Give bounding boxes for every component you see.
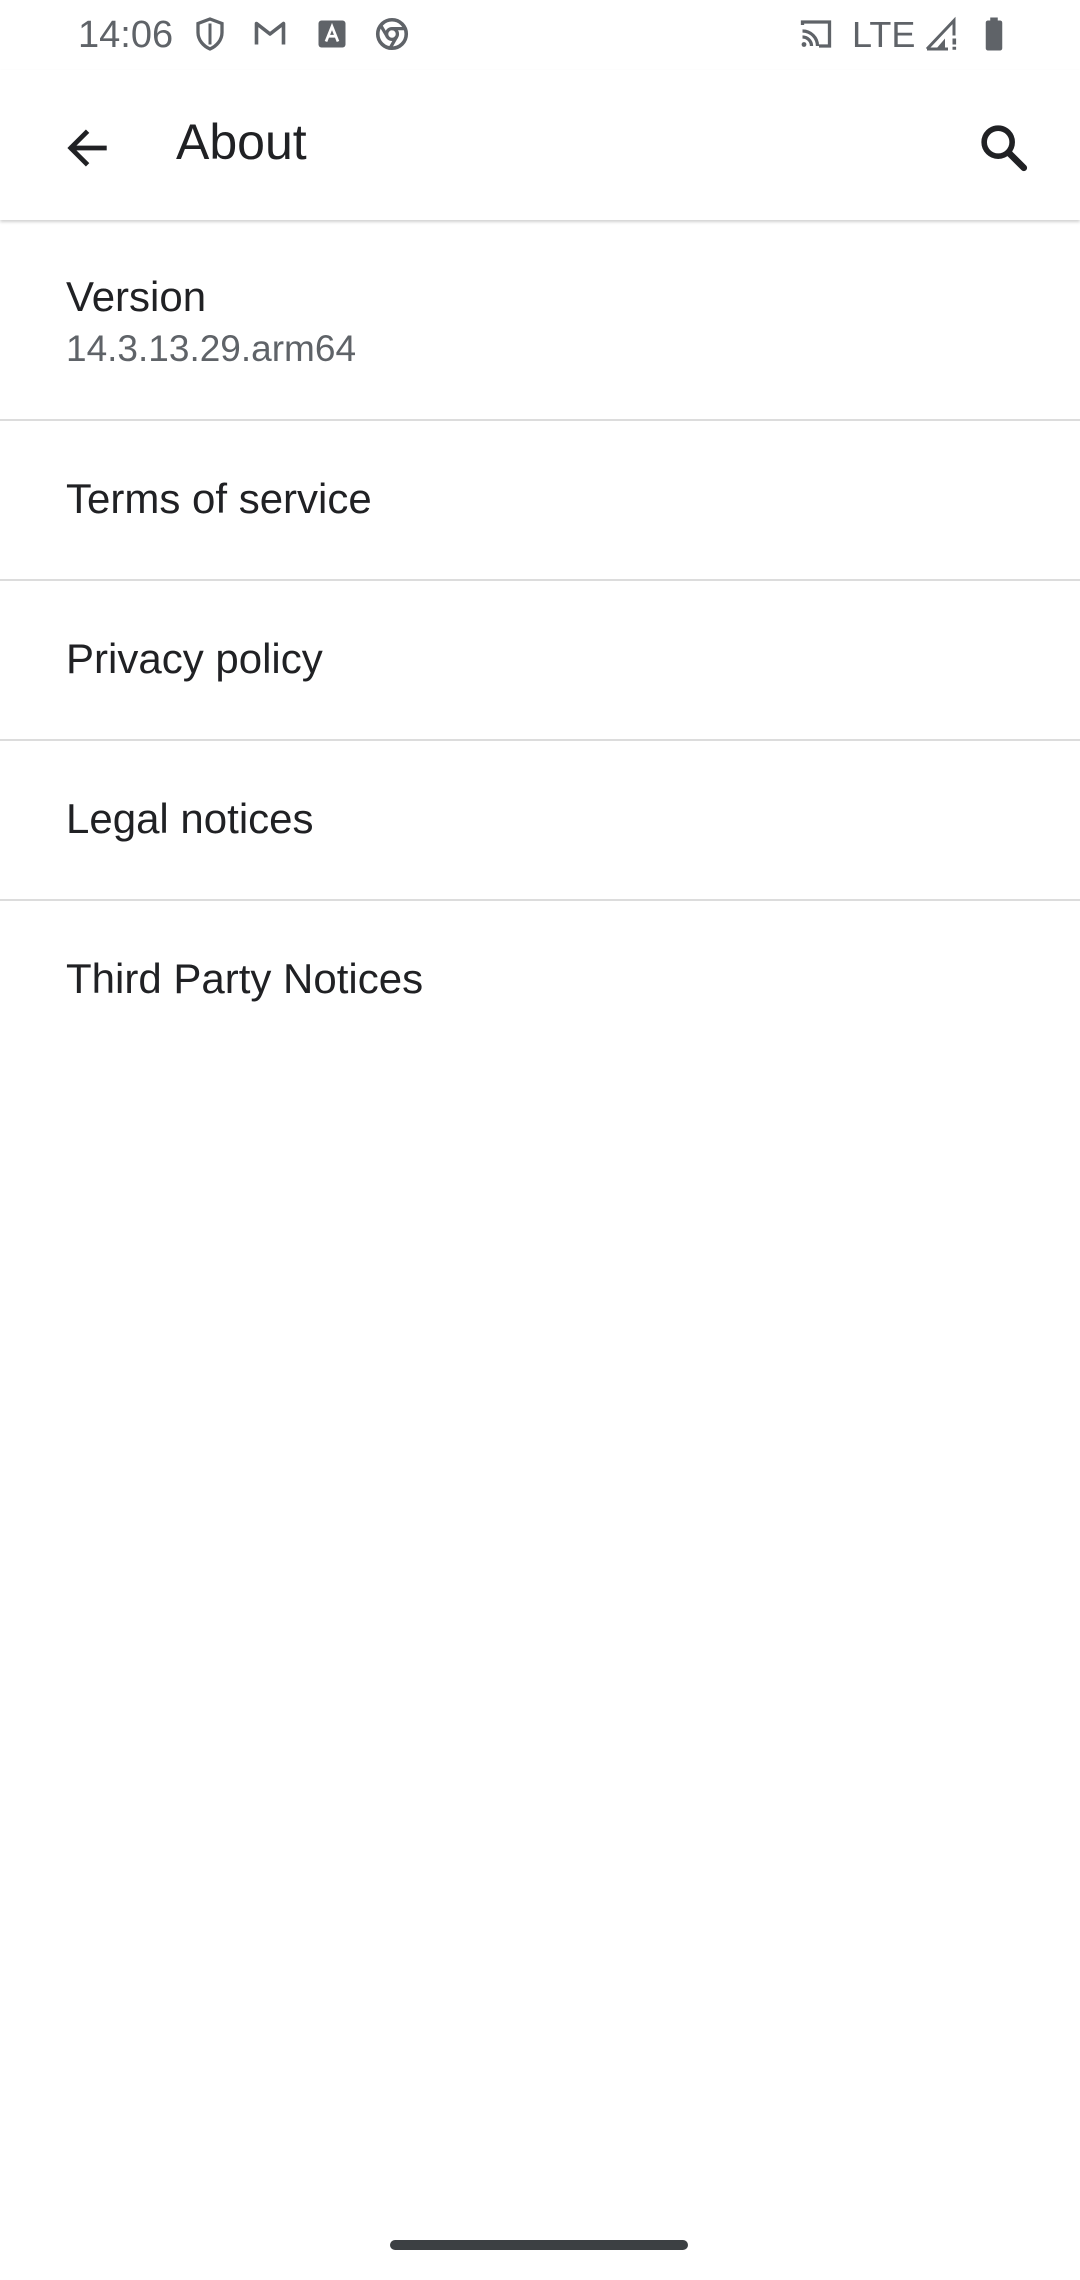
about-list: Version 14.3.13.29.arm64 Terms of servic… — [0, 221, 1080, 1061]
list-item-third-party-notices[interactable]: Third Party Notices — [0, 901, 1080, 1061]
item-title: Version — [66, 273, 207, 320]
cast-icon — [800, 20, 832, 48]
item-title: Terms of service — [66, 475, 372, 522]
item-title: Legal notices — [66, 795, 314, 842]
status-bar: 14:06 LTE — [0, 0, 1080, 70]
item-title: Privacy policy — [66, 635, 323, 682]
app-bar: About — [0, 70, 1080, 220]
item-title: Third Party Notices — [66, 955, 424, 1002]
version-number: 14.3.13.29.arm64 — [66, 328, 357, 369]
network-type: LTE — [852, 14, 916, 55]
gesture-nav-handle[interactable] — [390, 2240, 688, 2250]
shield-icon — [196, 17, 224, 51]
page-title: About — [176, 114, 307, 170]
list-item-terms-of-service[interactable]: Terms of service — [0, 421, 1080, 581]
chrome-icon — [375, 17, 409, 51]
list-item-version[interactable]: Version 14.3.13.29.arm64 — [0, 221, 1080, 421]
font-icon — [318, 20, 346, 48]
list-item-legal-notices[interactable]: Legal notices — [0, 741, 1080, 901]
search-button[interactable] — [968, 112, 1040, 184]
list-item-privacy-policy[interactable]: Privacy policy — [0, 581, 1080, 741]
arrow-back-icon — [67, 129, 107, 167]
battery-icon — [985, 17, 1003, 51]
gmail-icon — [254, 21, 286, 45]
search-icon — [981, 125, 1028, 172]
back-button[interactable] — [52, 113, 122, 183]
status-time: 14:06 — [78, 14, 174, 56]
signal-icon — [925, 16, 957, 51]
